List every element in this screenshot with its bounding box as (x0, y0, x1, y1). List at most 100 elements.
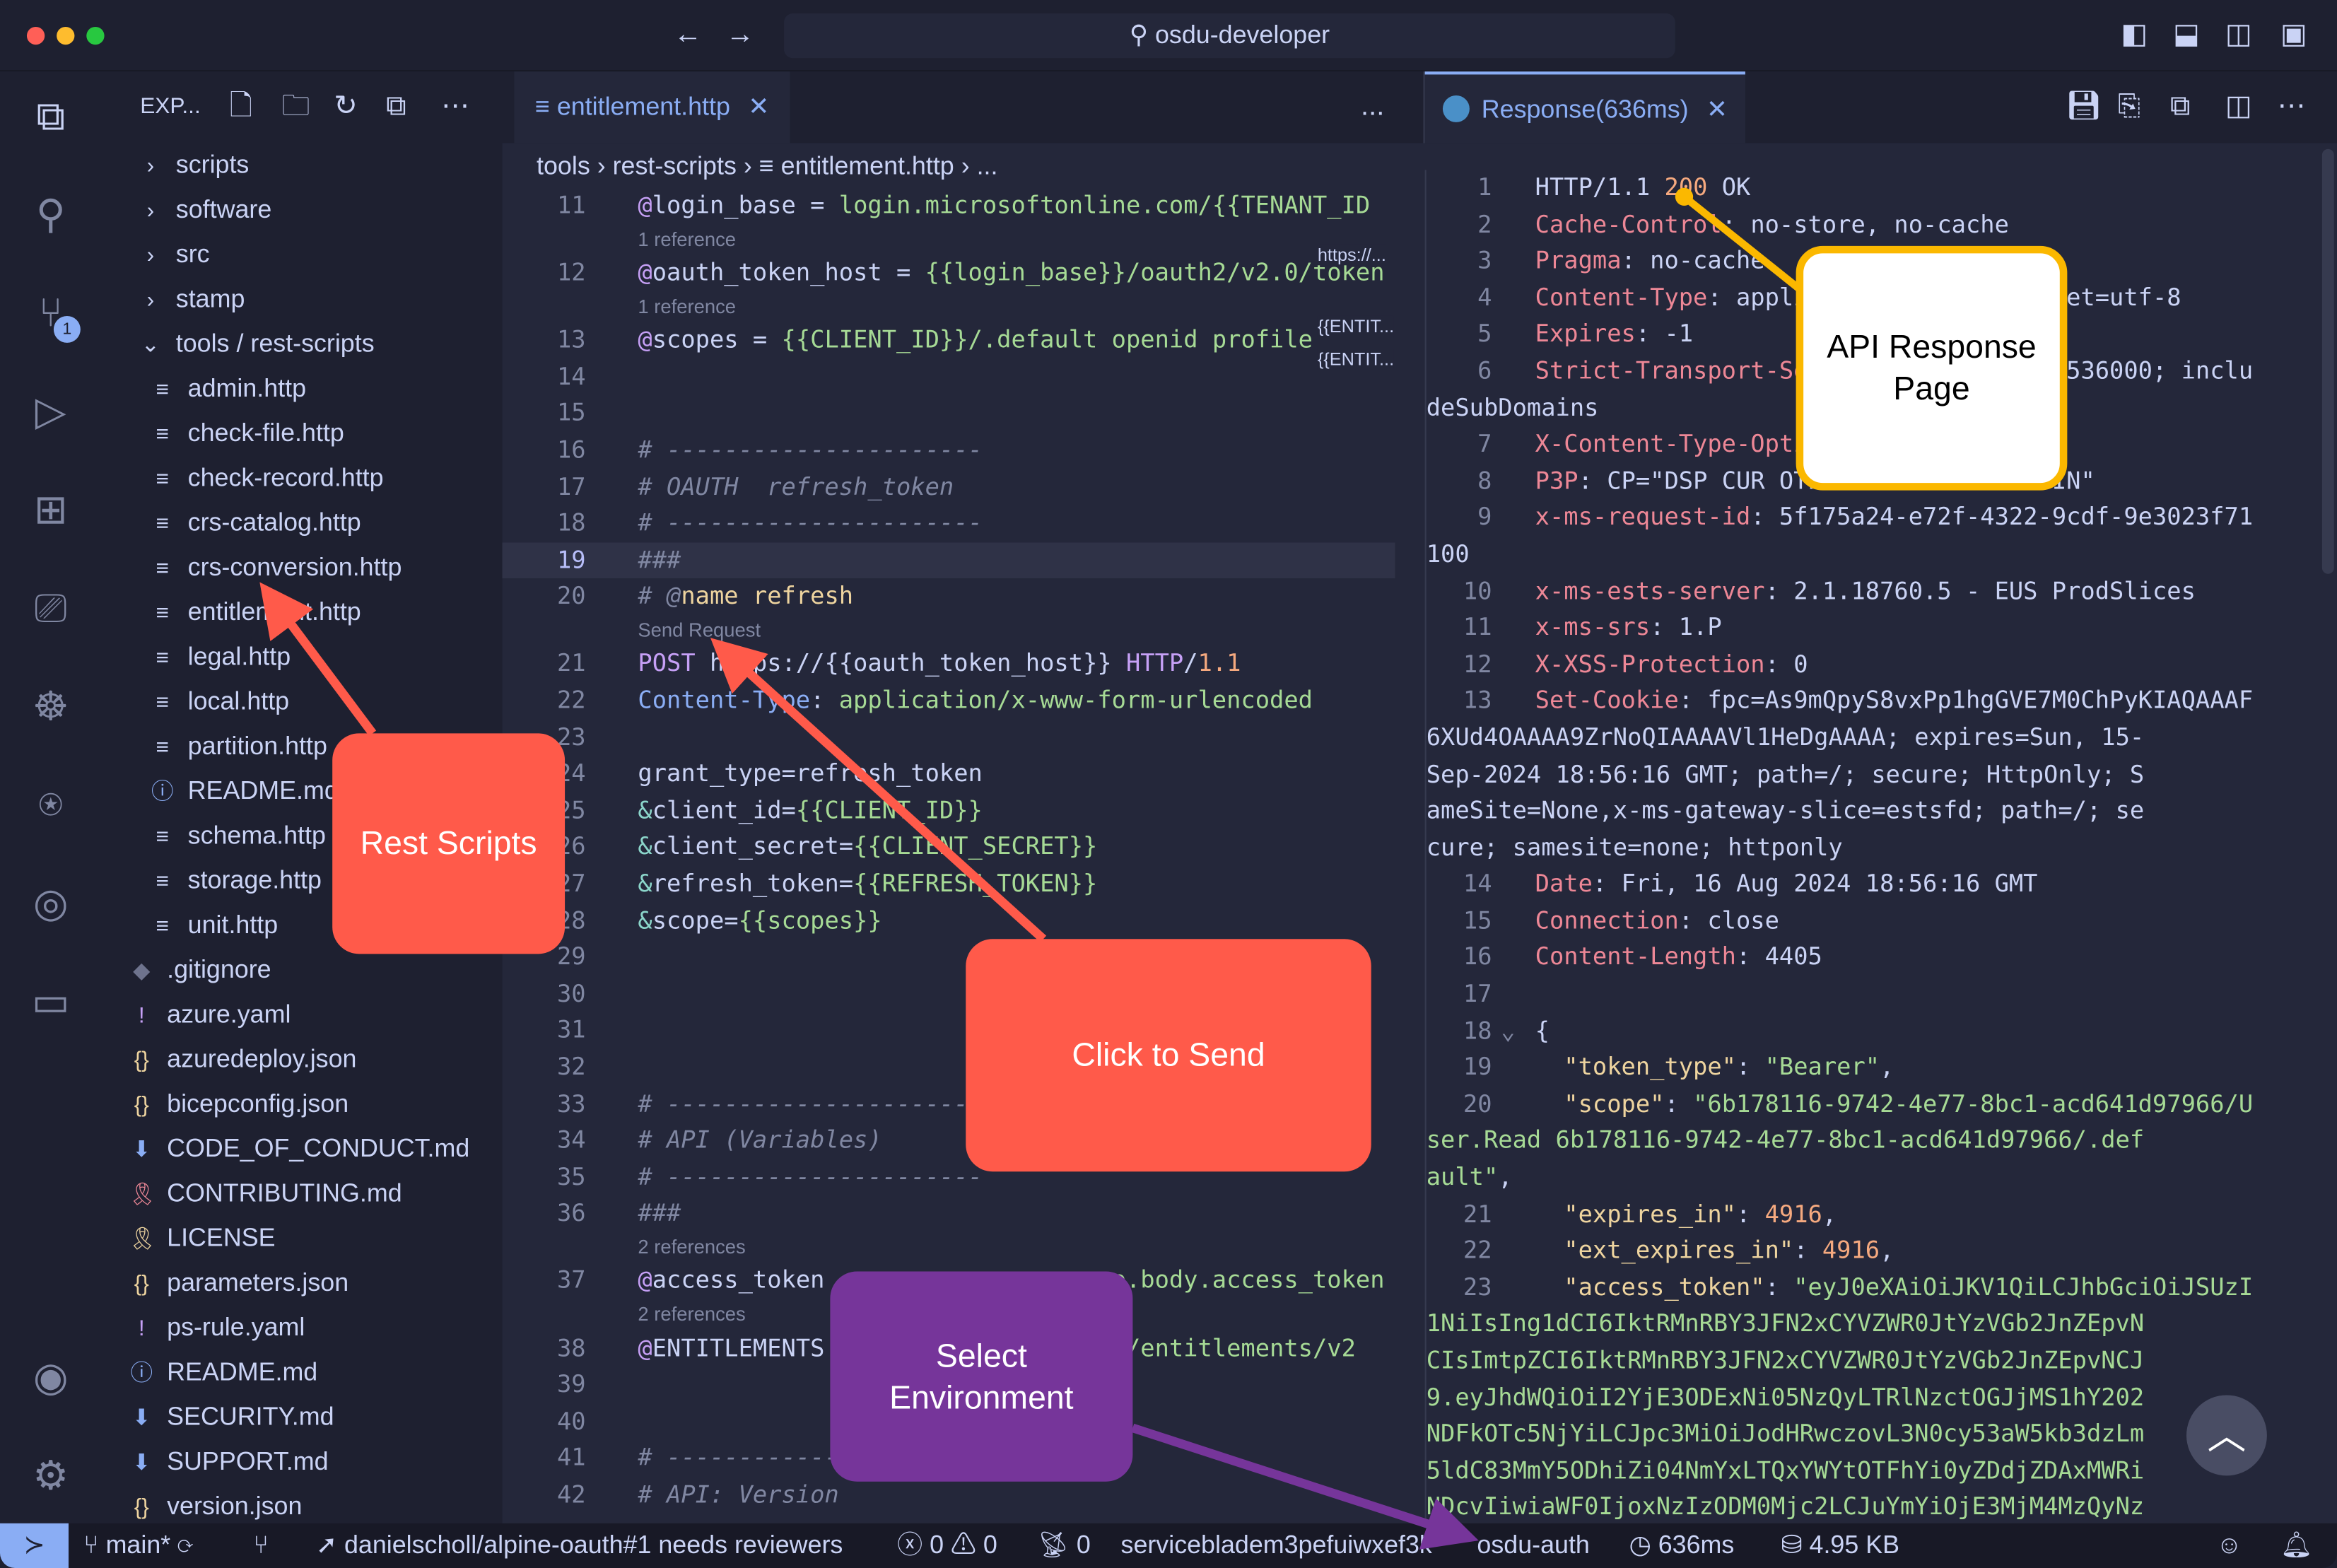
notifications-bell-icon[interactable]: 🔔︎ (2280, 1523, 2313, 1568)
toggle-primary-sidebar-icon[interactable]: ◧ (2121, 18, 2148, 54)
tree-item[interactable]: › stamp (98, 277, 245, 322)
copy-icon[interactable]: ⧉ (2170, 90, 2191, 126)
tree-item-label: src (175, 240, 210, 269)
explorer-files-icon[interactable]: ⧉ (21, 86, 81, 146)
tree-item[interactable]: ⬇ SUPPORT.md (98, 1440, 329, 1485)
tree-item[interactable]: › scripts (98, 143, 250, 187)
tree-item[interactable]: ⓘ README.md (98, 769, 339, 814)
tree-item[interactable]: ≡ partition.http (98, 725, 327, 769)
tree-item[interactable]: ⓘ README.md (98, 1350, 317, 1395)
tree-item[interactable]: ! azure.yaml (98, 993, 291, 1037)
host-status[interactable]: servicebladem3pefuiwxef3k (1121, 1523, 1432, 1568)
close-window-button[interactable] (26, 26, 45, 45)
source-control-icon[interactable]: ⑂ 1 (21, 283, 81, 343)
tree-item[interactable]: ≡ check-file.http (98, 411, 344, 456)
toggle-secondary-sidebar-icon[interactable]: ◫ (2225, 18, 2252, 54)
minimize-window-button[interactable] (57, 26, 75, 45)
close-tab-icon[interactable]: ✕ (1706, 95, 1728, 124)
tree-item[interactable]: 🎗︎ CONTRIBUTING.md (98, 1171, 402, 1216)
forward-arrow-icon[interactable]: → (726, 18, 754, 54)
tree-item[interactable]: {} bicepconfig.json (98, 1082, 348, 1127)
tree-item[interactable]: ! ps-rule.yaml (98, 1306, 305, 1350)
tree-item[interactable]: ≡ admin.http (98, 367, 306, 411)
more-actions-icon[interactable]: ⋯ (2278, 90, 2306, 126)
command-center-search[interactable]: ⚲ osdu-developer (784, 13, 1675, 59)
codelens[interactable]: 1 reference (503, 225, 1395, 255)
tree-item[interactable]: {} azuredeploy.json (98, 1037, 357, 1082)
code-token: "access_token" (1535, 1272, 1765, 1301)
problems-status[interactable]: ⓧ 0 ⚠ 0 (897, 1523, 997, 1568)
extensions-icon[interactable]: ⊞ (21, 480, 81, 539)
minimap[interactable]: https://... {{ENTIT... {{ENTIT... (1311, 191, 1395, 1523)
tree-item[interactable]: ≡ crs-conversion.http (98, 546, 402, 590)
response-scrollbar[interactable] (2321, 148, 2334, 574)
remote-indicator-icon[interactable]: ≻ (0, 1523, 69, 1568)
codelens[interactable]: Send Request (503, 616, 1395, 646)
tree-item[interactable]: ≡ legal.http (98, 635, 291, 679)
tab-entitlement-http[interactable]: ≡ entitlement.http ✕ (514, 71, 790, 144)
comments-icon[interactable]: ▭ (21, 972, 81, 1031)
zoom-window-button[interactable] (86, 26, 105, 45)
code-token: : 5f175a24-e72f-4322-9cdf-9e3023f71 (1750, 503, 2254, 532)
pull-request-status[interactable]: ➚ danielscholl/alpine-oauth#1 needs revi… (316, 1523, 843, 1568)
fold-chevron-icon[interactable]: ⌄ (1501, 1013, 1515, 1050)
back-arrow-icon[interactable]: ← (674, 18, 702, 54)
status-bar: ≻ ⑂ main* ⟳ ⑂ ➚ danielscholl/alpine-oaut… (0, 1523, 2337, 1568)
warning-icon: ⚠ (951, 1531, 983, 1560)
git-lens-icon[interactable]: ◎ (21, 874, 81, 933)
tree-item[interactable]: › software (98, 188, 272, 233)
code-line: cure; samesite=none; httponly (1427, 830, 2319, 867)
tree-item[interactable]: ⬇ CODE_OF_CONDUCT.md (98, 1127, 469, 1171)
tree-item[interactable]: {} parameters.json (98, 1261, 348, 1306)
line-number: 23 (1463, 1272, 1492, 1301)
more-actions-icon[interactable]: ... (1361, 90, 1384, 126)
code-line: 28 &scope={{scopes}} (503, 903, 1395, 940)
breadcrumb-symbol[interactable]: ... (977, 152, 998, 180)
git-pull-request-icon[interactable]: ⑂ (253, 1523, 269, 1568)
tree-item[interactable]: ◆ .gitignore (98, 948, 271, 993)
save-body-icon[interactable]: ⎘ (2118, 90, 2140, 126)
copilot-icon[interactable]: ☺ (2216, 1523, 2242, 1568)
git-graph-icon[interactable]: ⍟ (21, 775, 81, 834)
codelens[interactable]: 2 references (503, 1233, 1395, 1263)
split-editor-icon[interactable]: ◫ (2225, 90, 2252, 126)
tree-item[interactable]: ⬇ SECURITY.md (98, 1395, 334, 1439)
code-token: : close (1678, 906, 1779, 935)
tree-item[interactable]: ≡ schema.http (98, 814, 326, 858)
tree-item[interactable]: › src (98, 233, 210, 277)
accounts-icon[interactable]: ◉ (21, 1347, 81, 1407)
line-number: 38 (556, 1333, 586, 1362)
environment-selector[interactable]: osdu-auth (1477, 1523, 1589, 1568)
branch-status[interactable]: ⑂ main* ⟳ (83, 1523, 193, 1568)
ribbon-yellow-icon: 🎗︎ (128, 1227, 157, 1253)
search-icon[interactable]: ⚲ (21, 185, 81, 244)
ports-status[interactable]: 📡︎ 0 (1037, 1523, 1090, 1568)
tree-item[interactable]: ≡ check-record.http (98, 456, 384, 501)
tree-item-label: README.md (167, 1357, 318, 1386)
kubernetes-helm-icon[interactable]: ☸ (21, 677, 81, 736)
customize-layout-icon[interactable]: ▣ (2280, 18, 2307, 54)
code-token: : (1664, 1089, 1694, 1118)
breadcrumb-file[interactable]: entitlement.http (781, 152, 954, 180)
close-tab-icon[interactable]: ✕ (748, 93, 769, 121)
tree-item[interactable]: ⌄ tools / rest-scripts (98, 322, 375, 366)
tree-item[interactable]: 🎗︎ LICENSE (98, 1216, 275, 1260)
toggle-panel-icon[interactable]: ⬓ (2173, 18, 2200, 54)
tree-item[interactable]: ≡ entitlement.http (98, 590, 361, 635)
tree-item[interactable]: ≡ unit.http (98, 903, 279, 948)
save-response-icon[interactable]: 💾︎ (2066, 90, 2102, 126)
breadcrumb-rest-scripts[interactable]: rest-scripts (613, 152, 737, 180)
tree-item[interactable]: ≡ storage.http (98, 858, 322, 903)
tree-item[interactable]: ≡ local.http (98, 679, 290, 724)
json-icon: {} (134, 1494, 149, 1521)
remote-explorer-icon[interactable]: ⎚ (21, 578, 81, 638)
code-line: 21 POST https://{{oauth_token_host}} HTTP… (503, 646, 1395, 683)
scroll-to-top-button[interactable]: ︿ (2186, 1395, 2267, 1476)
codelens[interactable]: 1 reference (503, 292, 1395, 322)
run-debug-icon[interactable]: ▷ (21, 382, 81, 441)
tab-response[interactable]: Response(636ms) ✕ (1424, 71, 1746, 144)
settings-gear-icon[interactable]: ⚙ (21, 1446, 81, 1505)
tree-item[interactable]: ≡ crs-catalog.http (98, 501, 361, 545)
tree-item[interactable]: {} version.json (98, 1485, 303, 1523)
breadcrumb-tools[interactable]: tools (537, 152, 590, 180)
